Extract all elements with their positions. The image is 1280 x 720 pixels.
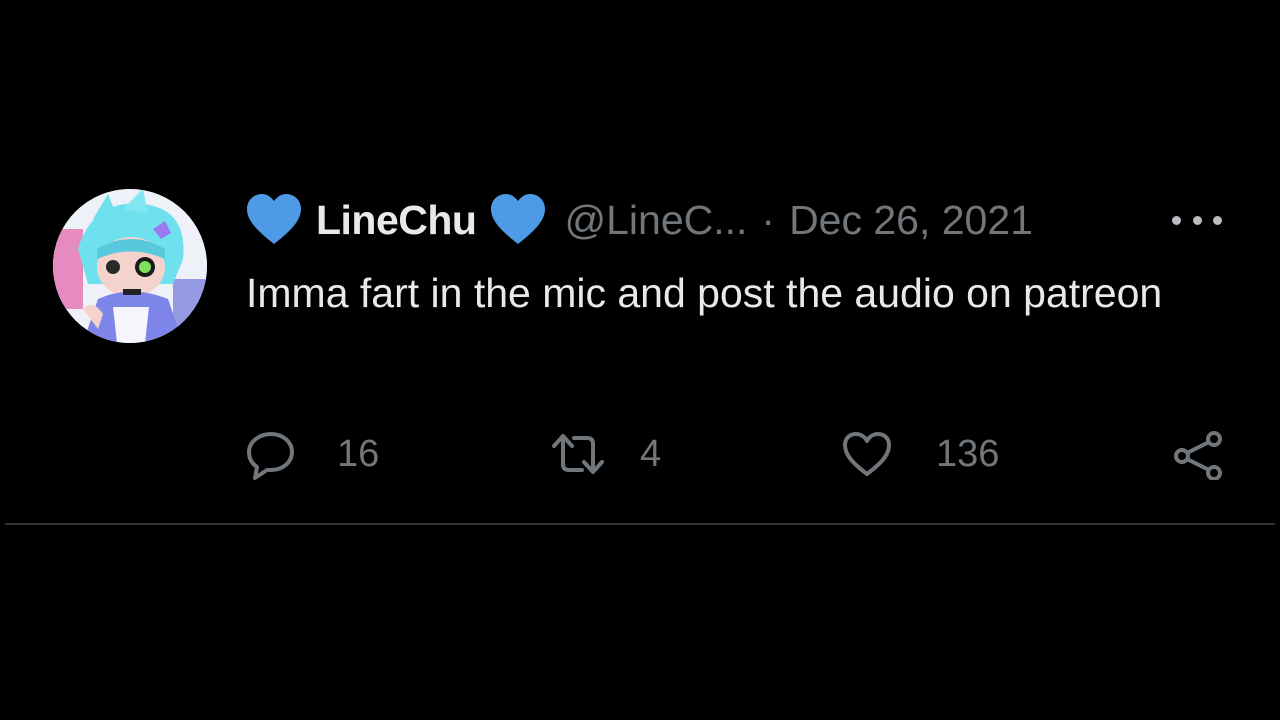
tweet-text: Imma fart in the mic and post the audio …: [246, 270, 1163, 316]
tweet-divider: [5, 523, 1275, 525]
share-button[interactable]: [1172, 424, 1224, 484]
reply-icon: [247, 432, 294, 480]
retweet-button[interactable]: 4: [550, 424, 661, 484]
tweet-card[interactable]: LineChu @LineC... · Dec 26, 2021 Imma fa…: [0, 0, 1280, 720]
retweet-count: 4: [640, 432, 662, 475]
reply-count: 16: [337, 432, 380, 475]
header-separator: ·: [761, 196, 776, 243]
avatar-illustration: [53, 189, 207, 343]
blue-heart-icon: [246, 194, 302, 246]
reply-button[interactable]: 16: [245, 424, 379, 484]
like-icon: [843, 432, 891, 476]
blue-heart-icon: [490, 194, 546, 246]
share-icon: [1174, 431, 1222, 480]
avatar[interactable]: [53, 189, 207, 343]
more-options-icon[interactable]: [1172, 212, 1222, 228]
user-handle[interactable]: @LineC...: [564, 197, 747, 244]
retweet-icon: [552, 434, 604, 474]
like-button[interactable]: 136: [842, 424, 999, 484]
display-name[interactable]: LineChu: [316, 197, 477, 244]
tweet-header: LineChu @LineC... · Dec 26, 2021: [246, 190, 1033, 250]
tweet-date[interactable]: Dec 26, 2021: [789, 197, 1033, 244]
like-count: 136: [936, 432, 1000, 475]
tweet-actions: 16 4 136: [0, 424, 1280, 484]
